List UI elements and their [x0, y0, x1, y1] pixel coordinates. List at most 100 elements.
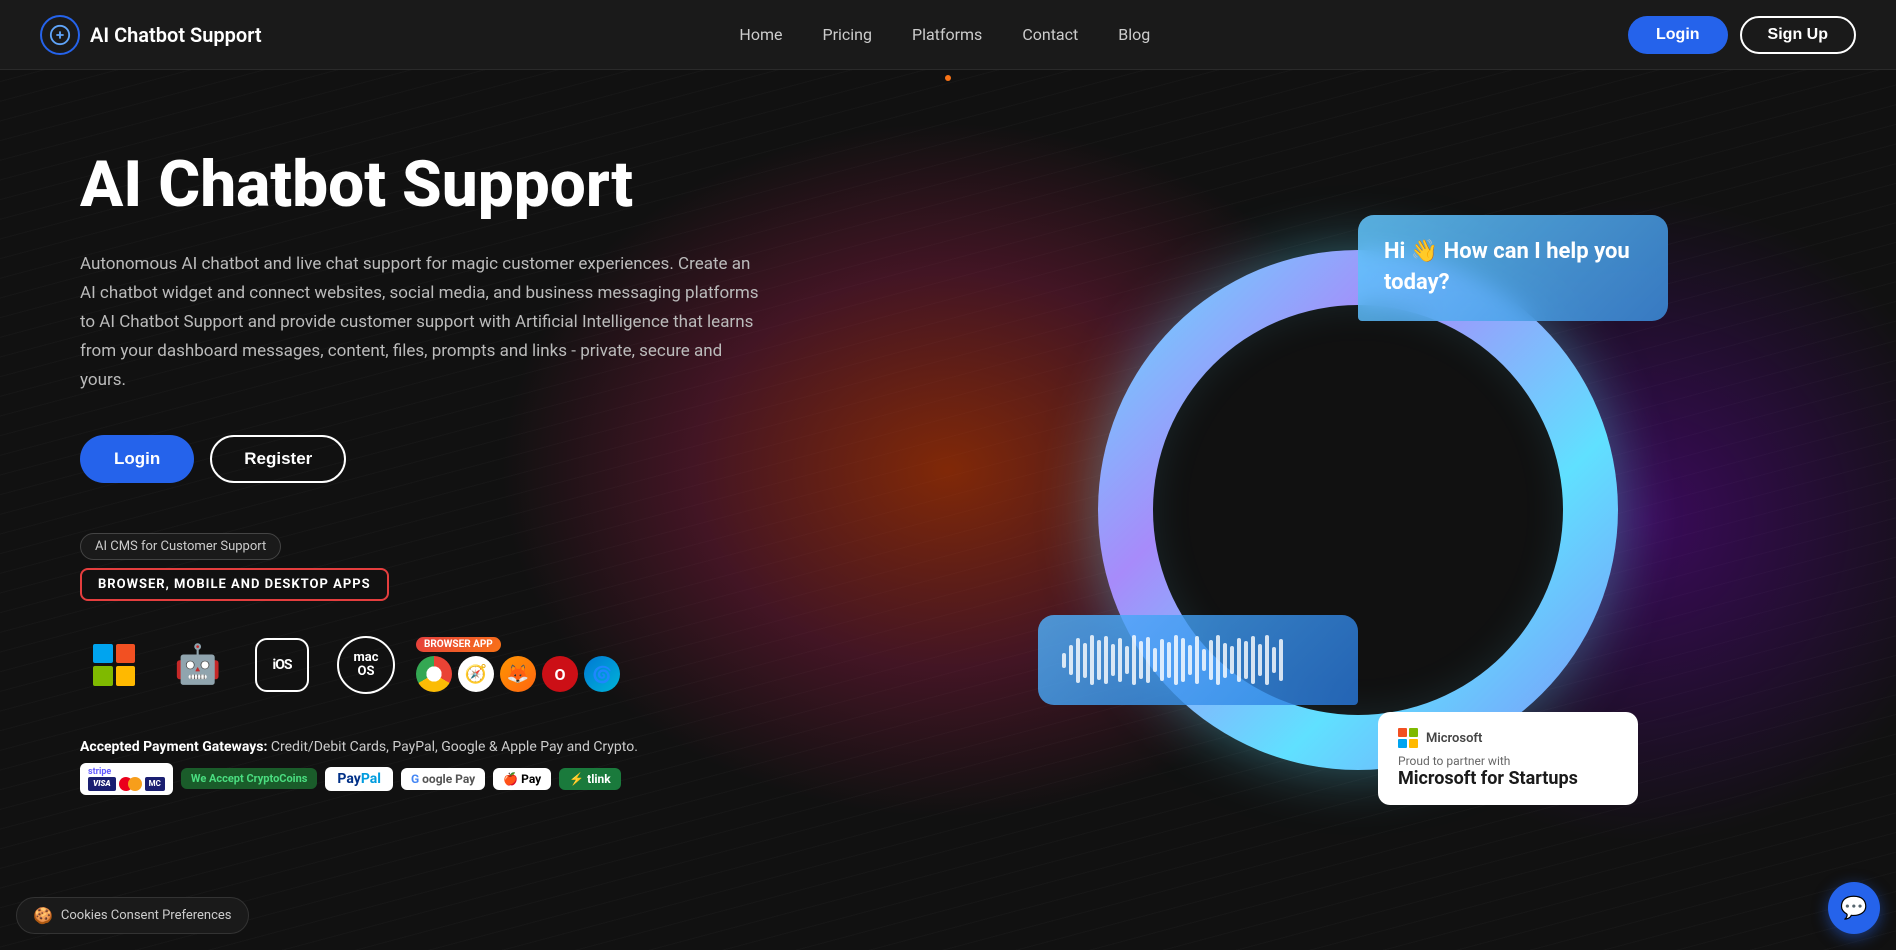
nav-link-pricing[interactable]: Pricing — [822, 25, 872, 44]
platform-macos[interactable]: mac OS — [332, 631, 400, 699]
nav-link-contact[interactable]: Contact — [1022, 25, 1078, 44]
wave-bar — [1195, 636, 1199, 684]
paypal-box: PayPal — [325, 767, 393, 791]
wave-bar — [1153, 648, 1157, 672]
platform-icons: 🤖 iOS mac OS BROWSER APP 🧭 — [80, 631, 760, 699]
wave-bar — [1265, 635, 1269, 685]
edge-icon[interactable]: 🌀 — [584, 656, 620, 692]
stripe-label: stripe — [88, 767, 111, 777]
wave-bar — [1258, 644, 1262, 676]
wave-bar — [1097, 640, 1101, 680]
nav-link-platforms[interactable]: Platforms — [912, 25, 982, 44]
wave-bar — [1062, 653, 1066, 668]
ms-partner-text: Proud to partner with — [1398, 754, 1618, 768]
badge-group: AI CMS for Customer Support BROWSER, MOB… — [80, 533, 760, 601]
payment-desc: Credit/Debit Cards, PayPal, Google & App… — [271, 739, 638, 755]
google-pay: oogle Pay — [422, 772, 475, 786]
microsoft-badge: Microsoft Proud to partner with Microsof… — [1378, 712, 1638, 805]
wave-bar — [1069, 645, 1073, 675]
nav-links: Home Pricing Platforms Contact Blog — [739, 25, 1150, 44]
chat-bubble-top: Hi 👋 How can I help you today? — [1358, 215, 1668, 321]
nav-item-contact[interactable]: Contact — [1022, 25, 1078, 44]
logo-icon — [40, 15, 80, 55]
paypal-pay: Pay — [337, 771, 360, 787]
ms-startup-text: Microsoft for Startups — [1398, 768, 1618, 789]
windows-pane-3 — [93, 666, 113, 686]
platform-browser: BROWSER APP 🧭 🦊 O 🌀 — [416, 637, 620, 692]
logo[interactable]: AI Chatbot Support — [40, 15, 262, 55]
crypto-box: We Accept CryptoCoins — [181, 768, 318, 789]
wave-bar — [1237, 638, 1241, 682]
chat-bubble-text: Hi 👋 How can I help you today? — [1384, 237, 1642, 299]
visa-badge: VISA — [88, 777, 116, 791]
opera-icon[interactable]: O — [542, 656, 578, 692]
hero-title: AI Chatbot Support — [80, 150, 760, 220]
mastercard-badge — [119, 777, 142, 791]
wave-bar — [1188, 645, 1192, 675]
mc-circle-right — [128, 777, 142, 791]
safari-icon[interactable]: 🧭 — [458, 656, 494, 692]
payment-row: stripe VISA MC We Accept CryptoCoins — [80, 763, 760, 795]
platform-windows[interactable] — [80, 631, 148, 699]
hero-section: AI Chatbot Support Autonomous AI chatbot… — [0, 70, 1896, 950]
wave-bar — [1202, 649, 1206, 671]
nav-login-button[interactable]: Login — [1628, 16, 1728, 54]
hero-description: Autonomous AI chatbot and live chat supp… — [80, 250, 760, 394]
firefox-icon[interactable]: 🦊 — [500, 656, 536, 692]
nav-link-home[interactable]: Home — [739, 25, 782, 44]
nav-item-blog[interactable]: Blog — [1118, 25, 1150, 44]
hero-register-button[interactable]: Register — [210, 435, 346, 483]
card-icons: VISA MC — [88, 777, 165, 791]
wave-bar — [1223, 643, 1227, 678]
wave-bar — [1132, 635, 1136, 685]
payment-label: Accepted Payment Gateways: Credit/Debit … — [80, 739, 760, 755]
hero-login-button[interactable]: Login — [80, 435, 194, 483]
nav-actions: Login Sign Up — [1628, 16, 1856, 54]
chrome-icon[interactable] — [416, 656, 452, 692]
wave-bar — [1118, 638, 1122, 682]
nav-item-pricing[interactable]: Pricing — [822, 25, 872, 44]
wave-bar — [1160, 639, 1164, 681]
wave-bar — [1230, 646, 1234, 674]
browser-icons: 🧭 🦊 O 🌀 — [416, 656, 620, 692]
navbar: AI Chatbot Support Home Pricing Platform… — [0, 0, 1896, 70]
nav-signup-button[interactable]: Sign Up — [1740, 16, 1856, 54]
nav-link-blog[interactable]: Blog — [1118, 25, 1150, 44]
wave-bar — [1251, 636, 1255, 684]
android-icon: 🤖 — [174, 643, 221, 687]
wave-bar — [1111, 644, 1115, 676]
chat-widget-button[interactable]: 💬 — [1828, 882, 1880, 934]
platform-android[interactable]: 🤖 — [164, 631, 232, 699]
payment-label-strong: Accepted Payment Gateways: — [80, 739, 267, 755]
ms-squares — [1398, 728, 1418, 748]
nav-item-platforms[interactable]: Platforms — [912, 25, 982, 44]
wave-bar — [1104, 636, 1108, 684]
payment-section: Accepted Payment Gateways: Credit/Debit … — [80, 739, 760, 795]
wave-bar — [1146, 637, 1150, 683]
cookie-icon: 🍪 — [33, 906, 53, 925]
wave-bar — [1083, 643, 1087, 678]
platform-ios[interactable]: iOS — [248, 631, 316, 699]
paypal-pal: Pal — [361, 771, 381, 787]
wave-bar — [1181, 638, 1185, 682]
stripe-box: stripe VISA MC — [80, 763, 173, 795]
cookie-bar[interactable]: 🍪 Cookies Consent Preferences — [16, 897, 249, 934]
hero-buttons: Login Register — [80, 435, 760, 483]
macos-icon: mac OS — [337, 636, 395, 694]
tlink-box: ⚡ tlink — [559, 768, 620, 790]
googlepay-box: G oogle Pay — [401, 768, 485, 790]
wave-bar — [1167, 642, 1171, 678]
browser-app-badge: BROWSER APP — [416, 637, 501, 652]
wave-bar — [1272, 647, 1276, 673]
ms-square-4 — [1409, 739, 1418, 748]
hero-right: Hi 👋 How can I help you today? Microsoft — [820, 70, 1896, 950]
ring-container: Hi 👋 How can I help you today? Microsoft — [1058, 185, 1658, 835]
nav-item-home[interactable]: Home — [739, 25, 782, 44]
hero-left: AI Chatbot Support Autonomous AI chatbot… — [0, 70, 820, 950]
amex-badge: MC — [145, 777, 165, 791]
wave-bar — [1139, 641, 1143, 679]
wave-bar — [1174, 635, 1178, 685]
wave-bar — [1125, 646, 1129, 674]
cms-badge: AI CMS for Customer Support — [80, 533, 281, 560]
ios-icon: iOS — [255, 638, 309, 692]
